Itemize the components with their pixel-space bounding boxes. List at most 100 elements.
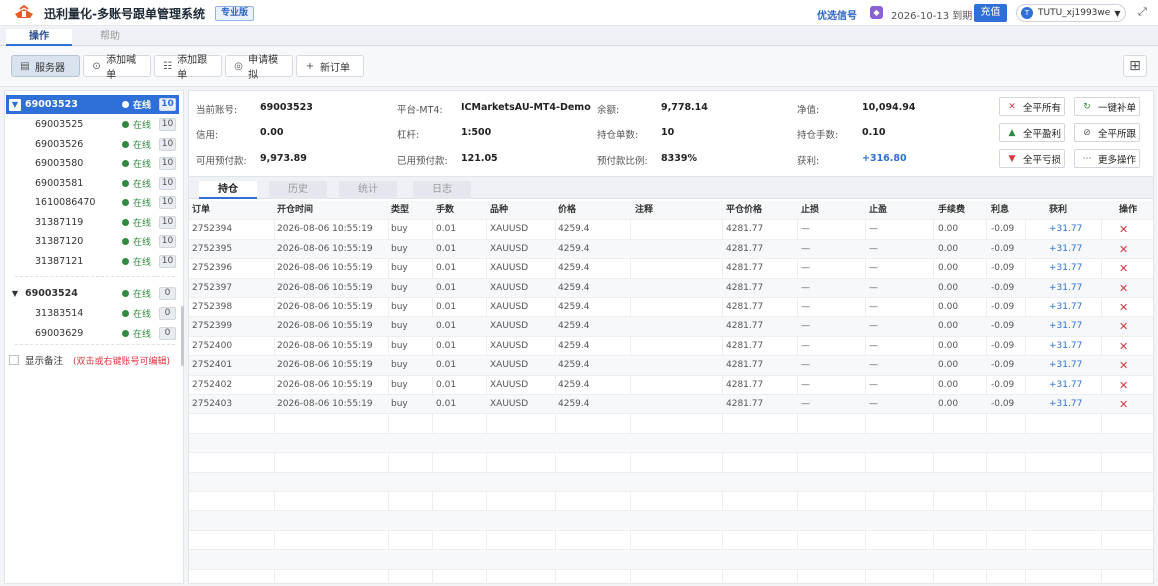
table-row[interactable]: 2752397 2026-08-06 10:55:19 buy 0.01 XAUUSD 4…: [189, 278, 1153, 298]
fullscreen-icon[interactable]: ⤢: [1138, 6, 1150, 18]
order-count-badge: 0: [159, 307, 176, 320]
delete-order-icon[interactable]: ✕: [1119, 337, 1128, 356]
follower-account-row[interactable]: 31387121 在线 10: [6, 252, 179, 271]
table-cell: XAUUSD: [490, 321, 529, 332]
tab-log[interactable]: 日志: [413, 181, 471, 199]
follower-account-row[interactable]: 31387119 在线 10: [6, 213, 179, 232]
delete-order-icon[interactable]: ✕: [1119, 279, 1128, 298]
table-cell: —: [869, 243, 878, 254]
online-dot-icon: [122, 238, 129, 245]
recharge-button[interactable]: 充值: [974, 4, 1007, 22]
table-row[interactable]: 2752396 2026-08-06 10:55:19 buy 0.01 XAUUSD 4…: [189, 259, 1153, 279]
table-cell: —: [801, 263, 810, 274]
expire-icon: ◆: [870, 6, 883, 19]
delete-order-icon[interactable]: ✕: [1119, 376, 1128, 395]
tab-operate[interactable]: 操作: [6, 29, 72, 46]
follower-account-row[interactable]: 31383514 在线 0: [6, 304, 179, 323]
follower-account-row[interactable]: 69003526 在线 10: [6, 135, 179, 154]
collapse-icon[interactable]: ▼: [9, 98, 21, 111]
column-header[interactable]: 利息: [991, 201, 1009, 220]
follower-account-row[interactable]: 31387120 在线 10: [6, 232, 179, 251]
margin-ratio: 8339%: [661, 153, 697, 164]
online-dot-icon: [122, 160, 129, 167]
column-header[interactable]: 价格: [558, 201, 576, 220]
column-header[interactable]: 订单: [192, 201, 210, 220]
delete-order-icon[interactable]: ✕: [1119, 240, 1128, 259]
add-follower-button[interactable]: ☷ 添加跟单: [154, 55, 222, 81]
table-row[interactable]: 2752398 2026-08-06 10:55:19 buy 0.01 XAUUSD 4…: [189, 298, 1153, 318]
platform: ICMarketsAU-MT4-Demo: [461, 102, 591, 113]
master-account-row[interactable]: ▼ 69003523 在线 10: [6, 95, 179, 114]
show-remark-row[interactable]: 显示备注 (双击或右键账号可编辑): [9, 353, 170, 367]
plus-icon: +: [305, 60, 315, 72]
more-actions-button[interactable]: ⋯ 更多操作: [1074, 149, 1140, 168]
column-header[interactable]: 手续费: [938, 201, 965, 220]
close-all-button[interactable]: ✕ 全平所有: [999, 97, 1065, 116]
table-row[interactable]: 2752394 2026-08-06 10:55:19 buy 0.01 XAUUSD 4…: [189, 220, 1153, 240]
delete-order-icon[interactable]: ✕: [1119, 356, 1128, 375]
online-dot-icon: [122, 290, 129, 297]
delete-order-icon[interactable]: ✕: [1119, 220, 1128, 239]
column-header[interactable]: 平仓价格: [726, 201, 762, 220]
add-caller-button[interactable]: ⊙ 添加喊单: [83, 55, 151, 81]
table-row[interactable]: 2752395 2026-08-06 10:55:19 buy 0.01 XAUUSD 4…: [189, 239, 1153, 260]
column-header[interactable]: 品种: [490, 201, 508, 220]
column-header[interactable]: 开仓时间: [277, 201, 313, 220]
table-cell: +31.77: [1049, 360, 1083, 371]
delete-order-icon[interactable]: ✕: [1119, 395, 1128, 414]
scrollbar[interactable]: [181, 306, 184, 366]
collapse-icon[interactable]: ▼: [9, 288, 21, 300]
order-count-badge: 10: [159, 215, 176, 229]
follower-account-row[interactable]: 69003629 在线 0: [6, 324, 179, 343]
close-loss-button[interactable]: ▼ 全平亏损: [999, 149, 1065, 168]
delete-order-icon[interactable]: ✕: [1119, 298, 1128, 317]
apply-sim-button[interactable]: ◎ 申请模拟: [225, 55, 293, 81]
user-menu[interactable]: T TUTU_xj1993we ▼: [1016, 4, 1126, 22]
grid-layout-icon[interactable]: ⊞: [1123, 55, 1147, 77]
table-cell: 0.01: [436, 263, 457, 274]
tab-help[interactable]: 帮助: [77, 29, 143, 46]
tab-positions[interactable]: 持仓: [199, 181, 257, 199]
table-cell: —: [801, 360, 810, 371]
column-header[interactable]: 操作: [1119, 201, 1137, 220]
column-header[interactable]: 止损: [801, 201, 819, 220]
tab-history[interactable]: 历史: [269, 181, 327, 199]
table-row[interactable]: 2752401 2026-08-06 10:55:19 buy 0.01 XAUUSD 4…: [189, 356, 1153, 376]
table-row[interactable]: 2752402 2026-08-06 10:55:19 buy 0.01 XAUUSD 4…: [189, 376, 1153, 395]
close-profit-button[interactable]: ▲ 全平盈利: [999, 123, 1065, 142]
delete-order-icon[interactable]: ✕: [1119, 317, 1128, 336]
column-header[interactable]: 类型: [391, 201, 409, 220]
table-cell: —: [869, 399, 878, 409]
close-follow-button[interactable]: ⊘ 全平所跟: [1074, 123, 1140, 142]
online-dot-icon: [122, 121, 129, 128]
table-cell: 4259.4: [558, 379, 590, 390]
online-dot-icon: [122, 179, 129, 187]
table-cell: buy: [391, 360, 408, 371]
follower-account-row[interactable]: 69003580 在线 10: [6, 154, 179, 173]
server-button[interactable]: ▤ 服务器: [11, 55, 80, 77]
table-cell: 0.01: [436, 360, 457, 371]
column-header[interactable]: 获利: [1049, 201, 1067, 220]
total-profit: +316.80: [862, 153, 907, 164]
table-cell: 0.01: [436, 243, 457, 254]
tab-statistics[interactable]: 统计: [339, 181, 397, 199]
delete-order-icon[interactable]: ✕: [1119, 259, 1128, 278]
one-key-fill-button[interactable]: ↻ 一键补单: [1074, 97, 1140, 116]
new-order-button[interactable]: + 新订单: [296, 55, 364, 77]
table-row[interactable]: 2752403 2026-08-06 10:55:19 buy 0.01 XAUUSD 4…: [189, 395, 1153, 415]
follower-account-row[interactable]: 69003581 在线 10: [6, 174, 179, 193]
column-header[interactable]: 止盈: [869, 201, 887, 220]
signal-link[interactable]: 优选信号: [817, 7, 857, 22]
column-header[interactable]: 注释: [635, 201, 653, 220]
edition-badge: 专业版: [215, 6, 255, 21]
follower-account-row[interactable]: 1610086470 在线 10: [6, 193, 179, 212]
table-cell: 0.00: [938, 321, 959, 332]
table-row[interactable]: 2752399 2026-08-06 10:55:19 buy 0.01 XAUUSD 4…: [189, 317, 1153, 337]
follower-account-row[interactable]: 69003525 在线 10: [6, 115, 179, 134]
column-header[interactable]: 手数: [436, 201, 454, 220]
online-dot-icon: [122, 218, 129, 226]
show-remark-checkbox[interactable]: [9, 355, 19, 365]
master-account-row[interactable]: ▼ 69003524 在线 0: [6, 284, 179, 303]
table-row[interactable]: 2752400 2026-08-06 10:55:19 buy 0.01 XAUUSD 4…: [189, 337, 1153, 357]
table-cell: 0.01: [436, 340, 457, 351]
